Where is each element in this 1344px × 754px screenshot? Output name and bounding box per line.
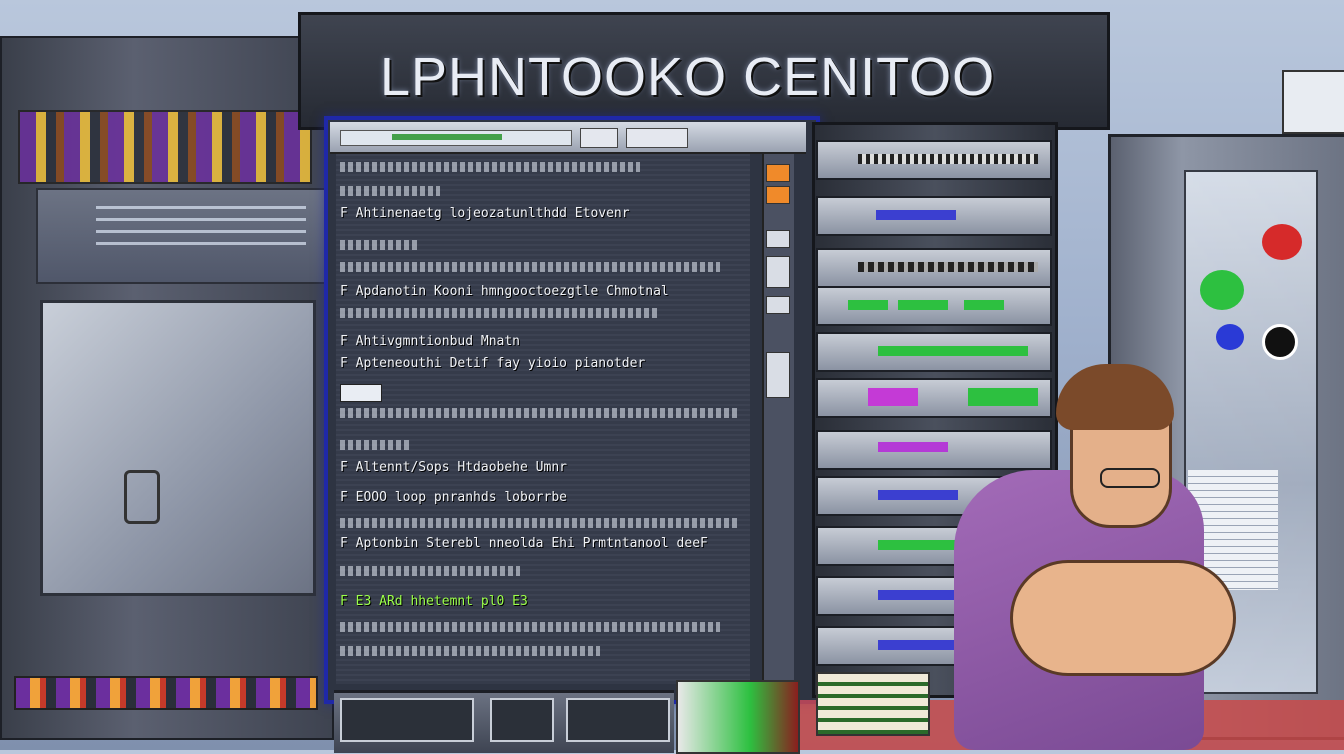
terminal-noise	[340, 646, 600, 656]
scroll-thumb[interactable]	[766, 352, 790, 398]
cable-patch-panel	[18, 110, 312, 184]
note-icon	[1282, 70, 1344, 134]
scroll-alert-button[interactable]	[766, 164, 790, 182]
left-cabinet-door[interactable]	[40, 300, 316, 596]
terminal-line: F EOOO loop pnranhds loborrbe	[340, 490, 567, 505]
rack-unit	[816, 378, 1052, 418]
glasses-icon	[1100, 468, 1160, 488]
sticker-icon	[1216, 324, 1244, 350]
terminal-noise	[340, 262, 720, 272]
scroll-alert-button[interactable]	[766, 186, 790, 204]
window-buttons-icon[interactable]	[626, 128, 688, 148]
terminal-line: F Aptonbin Sterebl nneolda Ehi Prmtntano…	[340, 536, 708, 551]
toolbar-button-1[interactable]	[580, 128, 618, 148]
terminal-noise	[340, 440, 410, 450]
terminal-noise	[340, 308, 660, 318]
terminal-line: F Apdanotin Kooni hmngooctoezgtle Chmotn…	[340, 284, 669, 299]
terminal-input-box[interactable]	[340, 384, 382, 402]
tray-module	[490, 698, 554, 742]
tray-module	[340, 698, 474, 742]
bottom-patch-panel	[14, 676, 318, 710]
left-panel-readout	[96, 206, 306, 254]
terminal-noise	[340, 186, 440, 196]
terminal-noise	[340, 162, 640, 172]
door-handle-icon[interactable]	[124, 470, 160, 524]
sticker-icon	[1262, 224, 1302, 260]
rack-unit	[816, 196, 1052, 236]
terminal-noise	[340, 408, 740, 418]
terminal-noise	[340, 518, 740, 528]
rack-unit	[816, 332, 1052, 372]
tray-module	[566, 698, 670, 742]
terminal-noise	[340, 622, 720, 632]
terminal-line: F E3 ARd hhetemnt pl0 E3	[340, 594, 528, 609]
person-arm	[1010, 560, 1236, 676]
rack-unit	[816, 286, 1052, 326]
terminal-noise	[340, 240, 420, 250]
rack-unit	[816, 248, 1052, 288]
rack-unit	[816, 140, 1052, 180]
sign-title: LPHNTOOKO CENITOO	[380, 47, 996, 107]
scroll-arrow-icon[interactable]	[766, 296, 790, 314]
scroll-thumb[interactable]	[766, 256, 790, 288]
sticker-icon	[1200, 270, 1244, 310]
terminal-line: F Ahtinenaetg lojeozatunlthdd Etovenr	[340, 206, 630, 221]
rack-unit	[816, 430, 1052, 470]
terminal-line: F Apteneouthi Detif fay yioio pianotder	[340, 356, 646, 371]
progress-fill	[392, 134, 502, 140]
book-stack	[816, 672, 930, 736]
book-stack	[676, 680, 800, 754]
sticker-icon	[1262, 324, 1298, 360]
scroll-arrow-icon[interactable]	[766, 230, 790, 248]
terminal-noise	[340, 566, 520, 576]
terminal-line: F Altennt/Sops Htdaobehe Umnr	[340, 460, 567, 475]
terminal-line: F Ahtivgmntionbud Mnatn	[340, 334, 521, 349]
